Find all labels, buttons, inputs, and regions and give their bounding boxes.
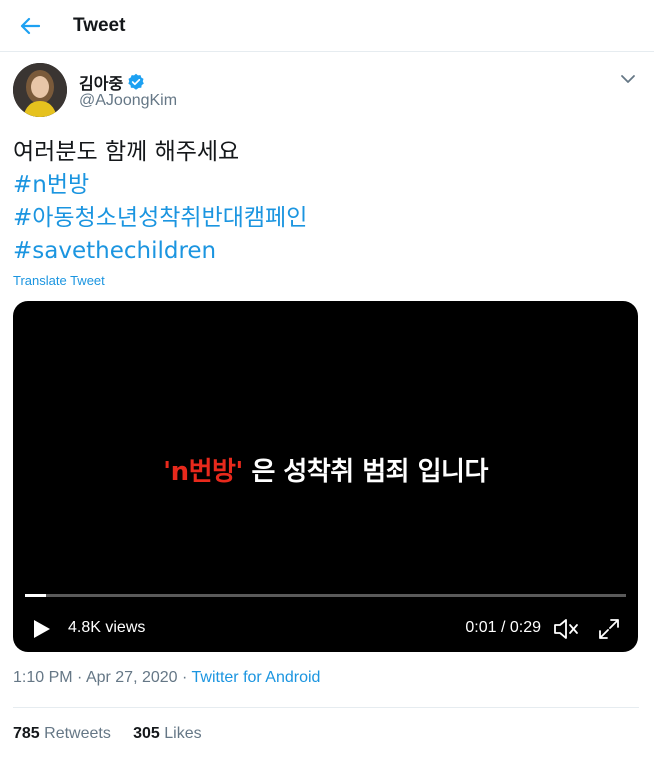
display-name[interactable]: 김아중 xyxy=(79,70,123,94)
mute-icon[interactable] xyxy=(553,617,579,641)
arrow-left-icon xyxy=(20,17,40,34)
translate-tweet-link[interactable]: Translate Tweet xyxy=(13,273,105,288)
video-progress-fill xyxy=(25,594,47,597)
hashtag-link[interactable]: #아동청소년성착취반대캠페인 xyxy=(13,202,307,235)
verified-badge-icon xyxy=(128,73,144,90)
user-handle[interactable]: @AJoongKim xyxy=(79,92,177,110)
tweet-author: 김아중 @AJoongKim xyxy=(13,62,639,118)
tweet-stats: 785 Retweets 305 Likes xyxy=(13,725,202,743)
avatar-image xyxy=(13,63,67,117)
chevron-down-icon[interactable] xyxy=(619,70,637,88)
likes-label: Likes xyxy=(164,725,202,742)
video-time: 0:01 / 0:29 xyxy=(465,619,541,636)
likes-stat[interactable]: 305 Likes xyxy=(133,725,202,742)
video-caption-text: 은 성착취 범죄 입니다 xyxy=(242,457,488,487)
likes-count: 305 xyxy=(133,725,160,742)
tweet-text: 여러분도 함께 해주세요 #n번방 #아동청소년성착취반대캠페인 #saveth… xyxy=(13,136,307,268)
tweet-metadata: 1:10 PM · Apr 27, 2020 · Twitter for And… xyxy=(13,669,320,687)
retweets-label: Retweets xyxy=(44,725,111,742)
tweet-text-line: 여러분도 함께 해주세요 xyxy=(13,139,240,165)
video-caption: 'n번방' 은 성착취 범죄 입니다 xyxy=(13,451,638,488)
tweet-time[interactable]: 1:10 PM xyxy=(13,669,73,686)
avatar[interactable] xyxy=(13,63,67,117)
back-button[interactable] xyxy=(20,16,40,36)
meta-separator: · xyxy=(182,669,188,686)
tweet-header: Tweet xyxy=(0,0,654,52)
video-progress-bar[interactable] xyxy=(25,594,626,597)
retweets-count: 785 xyxy=(13,725,40,742)
tweet-source-link[interactable]: Twitter for Android xyxy=(192,669,321,686)
play-icon[interactable] xyxy=(33,619,51,639)
video-views: 4.8K views xyxy=(68,619,146,636)
video-caption-highlight: 'n번방' xyxy=(163,457,243,487)
meta-separator: · xyxy=(77,669,83,686)
hashtag-link[interactable]: #n번방 xyxy=(13,169,307,202)
retweets-stat[interactable]: 785 Retweets xyxy=(13,725,111,742)
page-title: Tweet xyxy=(73,14,126,36)
tweet-date[interactable]: Apr 27, 2020 xyxy=(86,669,178,686)
hashtag-link[interactable]: #savethechildren xyxy=(13,235,307,268)
fullscreen-icon[interactable] xyxy=(597,617,621,641)
name-row: 김아중 xyxy=(79,70,145,94)
divider xyxy=(13,707,639,708)
video-player[interactable]: 'n번방' 은 성착취 범죄 입니다 4.8K views 0:01 / 0:2… xyxy=(13,301,638,652)
